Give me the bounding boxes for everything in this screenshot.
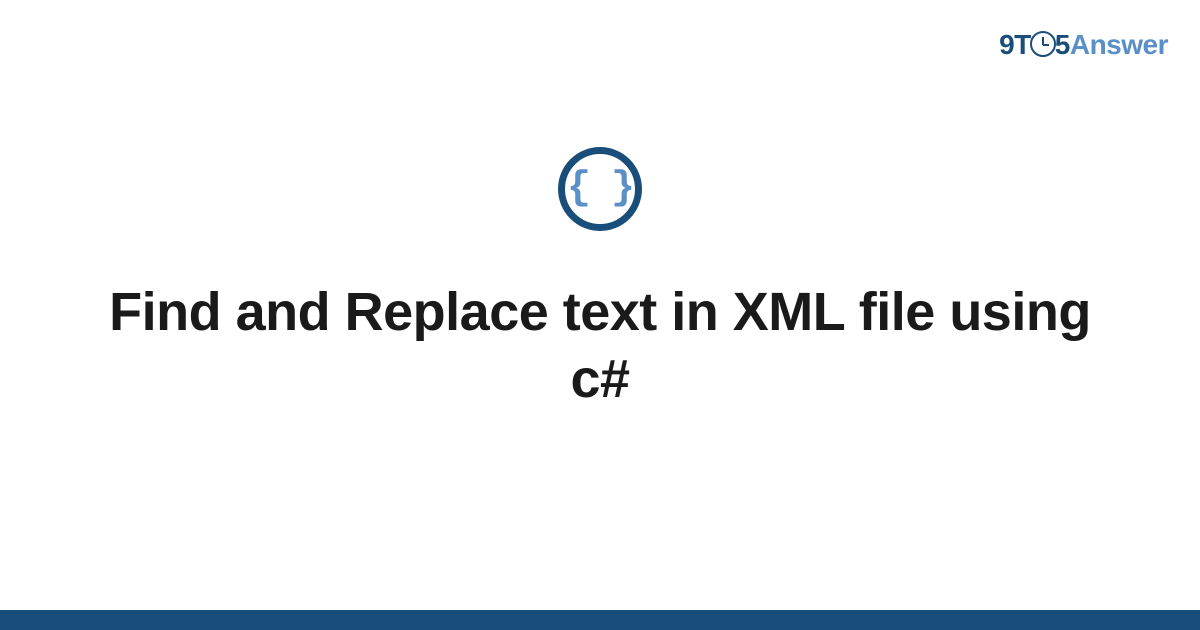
page-title: Find and Replace text in XML file using … xyxy=(75,279,1125,414)
braces-glyph: { } xyxy=(567,169,633,209)
code-braces-icon: { } xyxy=(558,147,642,231)
main-content: { } Find and Replace text in XML file us… xyxy=(0,0,1200,630)
footer-bar xyxy=(0,610,1200,630)
